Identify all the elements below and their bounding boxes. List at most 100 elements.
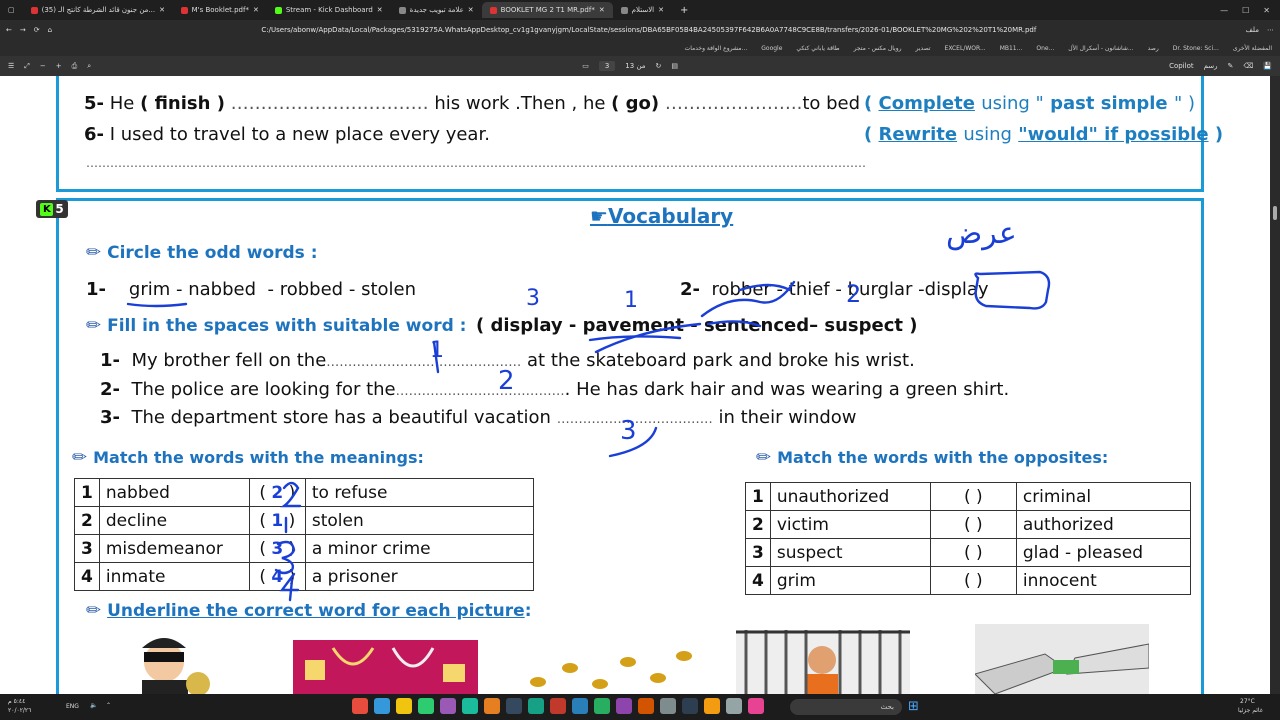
tray-chevron-icon[interactable]: ⌃ [106,702,111,709]
bookmark-item[interactable]: المفضلة الأخرى [1233,45,1272,52]
bookmark-item[interactable]: طاقة ياباني كنكي [796,45,839,52]
browser-tab[interactable]: (35) من جنون قائد الشرطة كانتج الـ... ✕ [23,2,173,18]
tab-label: Stream - Kick Dashboard [285,6,373,14]
taskbar-app-icon[interactable] [396,698,412,714]
find-icon[interactable]: ⌕ [87,62,91,71]
back-icon[interactable]: ← [6,26,12,34]
zoom-in-button[interactable]: + [56,62,62,70]
volume-icon[interactable]: 🔈 [90,702,97,709]
url-field[interactable]: C:/Users/abonw/AppData/Local/Packages/53… [60,26,1238,34]
maximize-icon[interactable]: ☐ [1242,6,1249,15]
weather-temp[interactable]: 27°C [1240,698,1255,705]
taskbar-app-icon[interactable] [682,698,698,714]
bookmark-item[interactable]: Dr. Stone: Sci... [1173,45,1219,52]
browser-tab[interactable]: M's Booklet.pdf* ✕ [173,2,267,18]
close-icon[interactable]: ✕ [1263,6,1270,15]
taskbar-app-icon[interactable] [572,698,588,714]
handwritten-fill-answer-3: 3 [620,416,637,446]
bookmark-item[interactable]: مشروع الوافة وخدمات... [685,45,748,52]
rotate-icon[interactable]: ↻ [656,62,662,70]
answer-bracket[interactable]: ( ) [929,510,1017,539]
fit-icon[interactable]: ⤢ [24,62,30,71]
row-number: 2 [74,506,100,535]
zoom-out-button[interactable]: − [40,62,46,70]
home-icon[interactable]: ⌂ [48,26,52,34]
answer-bracket[interactable]: ( 4 ) [248,562,306,591]
save-icon[interactable]: 💾 [1263,62,1272,70]
table-row: 2 victim( ) authorized [745,510,1192,539]
taskbar-app-icon[interactable] [352,698,368,714]
screen: ▢ (35) من جنون قائد الشرطة كانتج الـ... ✕… [0,0,1280,720]
tab-close-icon[interactable]: ✕ [599,6,605,14]
bookmark-item[interactable]: Google [761,45,782,52]
answer-bracket[interactable]: ( 1 ) [248,506,306,535]
highlight-icon[interactable]: ✎ [1228,62,1234,70]
keyboard-language[interactable]: ENG [66,703,79,710]
taskbar-app-icon[interactable] [550,698,566,714]
window-menu-icon[interactable]: ▢ [0,6,23,14]
taskbar-app-icon[interactable] [704,698,720,714]
tab-close-icon[interactable]: ✕ [253,6,259,14]
tab-close-icon[interactable]: ✕ [377,6,383,14]
tab-close-icon[interactable]: ✕ [658,6,664,14]
taskbar-app-icon[interactable] [726,698,742,714]
clock-time[interactable]: ٥:٤٤ م [8,698,25,705]
bookmark-item[interactable]: رويال مكس - متجر [854,45,902,52]
browser-tab[interactable]: Stream - Kick Dashboard ✕ [267,2,391,18]
refresh-icon[interactable]: ⟳ [34,26,40,34]
tab-label: علامة تبويب جديدة [409,6,464,14]
taskbar-app-icon[interactable] [506,698,522,714]
print-icon[interactable]: ⎙ [72,62,78,71]
answer-bracket[interactable]: ( 2 ) [248,478,306,507]
bookmark-item[interactable]: رصد [1148,45,1159,52]
taskbar-app-icon[interactable] [418,698,434,714]
pdf-icon [180,6,188,14]
extensions-icon[interactable]: ⋯ [1267,26,1274,34]
scrollbar-thumb[interactable] [1273,206,1277,220]
handwritten-match-answer: 2 [271,482,284,503]
browser-tab[interactable]: BOOKLET MG 2 T1 MR.pdf* ✕ [481,2,613,18]
answer-bracket[interactable]: ( 3 ) [248,534,306,563]
browser-tab[interactable]: علامة تبويب جديدة ✕ [391,2,482,18]
weather-desc[interactable]: غائم جزئيا [1238,707,1263,714]
taskbar-app-icon[interactable] [484,698,500,714]
layout-icon[interactable]: ▤ [671,62,678,70]
tab-close-icon[interactable]: ✕ [468,6,474,14]
taskbar-app-icon[interactable] [374,698,390,714]
minimize-icon[interactable]: — [1220,6,1228,15]
bookmark-item[interactable]: One... [1036,45,1054,52]
draw-button[interactable]: رسم [1204,62,1218,70]
clock-date[interactable]: ٢٠/٠٢/٢٦ [8,707,31,714]
page-fit-icon[interactable]: ▭ [582,62,589,70]
opposites-table: 1 unauthorized( ) criminal 2 victim( ) author… [745,482,1192,595]
tab-close-icon[interactable]: ✕ [159,6,165,14]
taskbar-app-icon[interactable] [528,698,544,714]
taskbar-app-icon[interactable] [440,698,456,714]
taskbar-app-icon[interactable] [660,698,676,714]
taskbar-search[interactable]: بحث [790,699,902,715]
erase-icon[interactable]: ⌫ [1243,62,1253,70]
taskbar-app-icon[interactable] [462,698,478,714]
new-tab-button[interactable]: + [672,5,696,16]
page-scrollbar[interactable] [1270,76,1280,694]
question-5: 5- He ( finish ) …………………………… his work .T… [84,93,872,114]
row-number: 3 [745,538,771,567]
bookmark-item[interactable]: MB11... [1000,45,1023,52]
answer-bracket[interactable]: ( ) [929,482,1017,511]
taskbar-app-icon[interactable] [748,698,764,714]
answer-bracket[interactable]: ( ) [929,538,1017,567]
taskbar-app-icon[interactable] [594,698,610,714]
bookmark-item[interactable]: تصدير [916,45,931,52]
windows-start-icon[interactable]: ⊞ [908,699,919,714]
odd-words-q1: 1- grim - nabbed - robbed - stolen [86,279,416,300]
bookmark-item[interactable]: EXCEL/WOR... [945,45,986,52]
copilot-button[interactable]: Copilot [1169,62,1194,70]
taskbar-app-icon[interactable] [616,698,632,714]
contents-icon[interactable]: ☰ [8,62,14,70]
forward-icon[interactable]: → [20,26,26,34]
answer-bracket[interactable]: ( ) [929,566,1017,595]
taskbar-app-icon[interactable] [638,698,654,714]
page-number-input[interactable]: 3 [598,61,616,71]
bookmark-item[interactable]: شاشانون - أسكرال الأل... [1068,45,1133,52]
browser-tab[interactable]: الاستلام ✕ [613,2,672,18]
